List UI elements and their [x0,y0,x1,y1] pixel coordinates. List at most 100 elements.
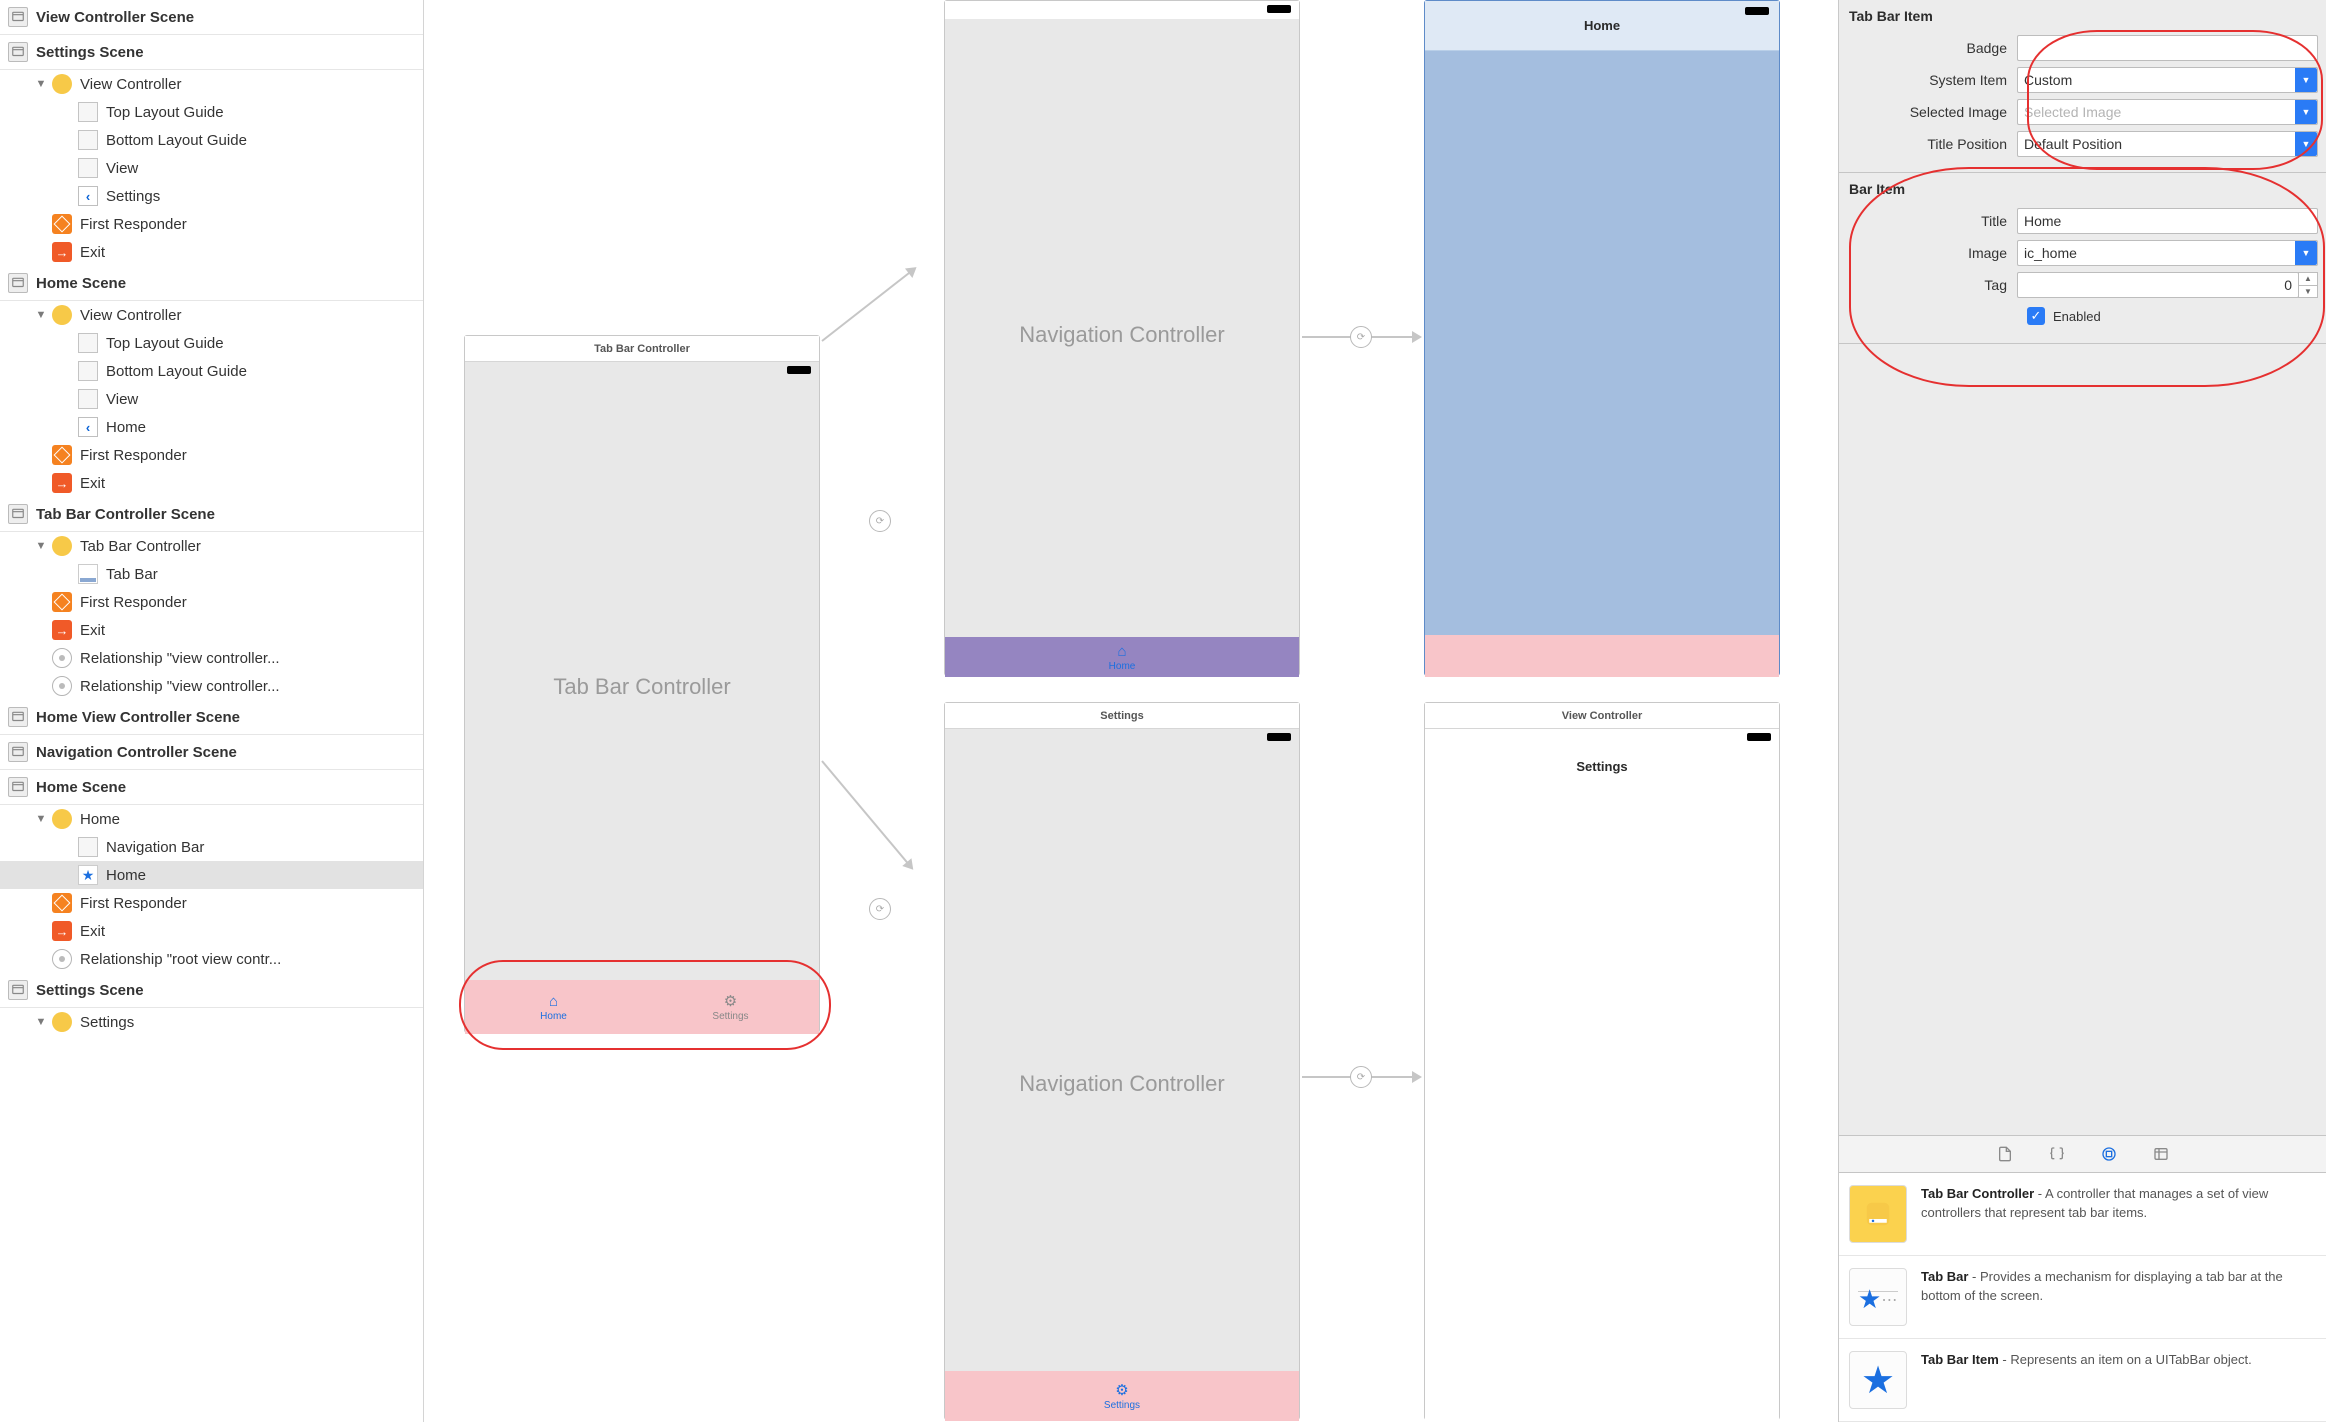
tag-stepper[interactable]: ▲▼ [2298,272,2318,298]
gear-icon [724,992,737,1010]
circle-yellow-icon [52,536,72,556]
navigation-bar: Settings [1425,747,1779,785]
library-tab-media-icon[interactable] [2149,1142,2173,1166]
library-item[interactable]: Tab Bar Controller - A controller that m… [1839,1173,2326,1256]
segue-icon[interactable]: ⟳ [869,898,891,920]
stepper-up-icon[interactable]: ▲ [2299,273,2317,286]
field-title: Title [1839,205,2326,237]
outline-row[interactable]: Bottom Layout Guide [0,126,423,154]
scene-icon [8,7,28,27]
outline-row[interactable]: Relationship "view controller... [0,672,423,700]
outline-row[interactable]: First Responder [0,441,423,469]
outline-row[interactable]: ▼View Controller [0,301,423,329]
title-position-select[interactable]: Default Position ▼ [2017,131,2318,157]
library-item[interactable]: ★⋯ Tab Bar - Provides a mechanism for di… [1839,1256,2326,1339]
tab-bar-preview: Home [945,637,1299,677]
status-bar [465,362,819,380]
outline-row[interactable]: ‹Settings [0,182,423,210]
tab-item-label: Settings [1104,1400,1140,1411]
field-system-item: System Item Custom ▼ [1839,64,2326,96]
enabled-checkbox[interactable] [2027,307,2045,325]
outline-row-label: First Responder [80,594,187,611]
image-select[interactable]: ic_home ▼ [2017,240,2318,266]
library-tab-file-icon[interactable] [1993,1142,2017,1166]
outline-row[interactable]: First Responder [0,588,423,616]
outline-row[interactable]: ▼ Home [0,805,423,833]
scene-header[interactable]: Tab Bar Controller Scene [0,497,423,532]
storyboard-canvas[interactable]: Tab Bar Controller Tab Bar Controller Ho… [424,0,1838,1422]
scene-tab-bar-controller[interactable]: Tab Bar Controller Tab Bar Controller Ho… [464,335,820,1033]
scene-navigation-controller-bottom[interactable]: Settings Navigation Controller Settings [944,702,1300,1420]
library-item[interactable]: ★ Tab Bar Item - Represents an item on a… [1839,1339,2326,1422]
outline-row[interactable]: Exit [0,616,423,644]
tab-item-home[interactable]: Home [465,980,642,1034]
segue-icon[interactable]: ⟳ [1350,326,1372,348]
segue-icon[interactable]: ⟳ [1350,1066,1372,1088]
outline-row[interactable]: Relationship "root view contr... [0,945,423,973]
disclosure-triangle-icon[interactable]: ▼ [34,309,48,321]
outline-row-label: Relationship "view controller... [80,650,280,667]
outline-row[interactable]: First Responder [0,889,423,917]
scene-icon [8,504,28,524]
outline-row[interactable]: Home [0,861,423,889]
chevron-down-icon: ▼ [2295,132,2317,156]
outline-row[interactable]: Top Layout Guide [0,329,423,357]
outline-row-label: Home [106,867,146,884]
scene-navigation-controller-top[interactable]: Navigation Controller Home [944,0,1300,676]
scene-icon [8,42,28,62]
disclosure-triangle-icon[interactable]: ▼ [34,1016,48,1028]
tab-item-settings[interactable]: Settings [642,980,819,1034]
tab-bar[interactable]: Home Settings [465,980,819,1034]
scene-header[interactable]: Settings Scene [0,973,423,1008]
outline-row[interactable]: ▼View Controller [0,70,423,98]
outline-row[interactable]: ▼Tab Bar Controller [0,532,423,560]
outline-row[interactable]: Navigation Bar [0,833,423,861]
tag-input[interactable] [2017,272,2299,298]
scene-home[interactable]: Home [1424,0,1780,676]
field-label: Title [1847,213,2017,229]
inspector-panel[interactable]: Tab Bar Item Badge System Item Custom ▼ … [1838,0,2326,1422]
scene-title: Tab Bar Controller [465,336,819,362]
object-library[interactable]: Tab Bar Controller - A controller that m… [1839,1173,2326,1422]
segue-icon[interactable]: ⟳ [869,510,891,532]
outline-row[interactable]: Top Layout Guide [0,98,423,126]
scene-header[interactable]: Home View Controller Scene [0,700,423,735]
library-tab-objects-icon[interactable] [2097,1142,2121,1166]
outline-row[interactable]: Exit [0,469,423,497]
outline-row[interactable]: View [0,385,423,413]
disclosure-triangle-icon[interactable]: ▼ [34,540,48,552]
scene-header[interactable]: Home Scene [0,266,423,301]
status-bar [1425,729,1779,747]
scene-header[interactable]: Settings Scene [0,35,423,70]
outline-row[interactable]: First Responder [0,210,423,238]
badge-input[interactable] [2017,35,2318,61]
home-icon [1117,643,1126,660]
title-input[interactable] [2017,208,2318,234]
scene-view-controller[interactable]: View Controller Settings [1424,702,1780,1420]
field-label: Tag [1847,277,2017,293]
outline-row[interactable]: View [0,154,423,182]
outline-row[interactable]: Tab Bar [0,560,423,588]
outline-row[interactable]: Exit [0,238,423,266]
outline-row-label: Home [80,811,120,828]
tab-item-settings: Settings [945,1371,1299,1421]
outline-row[interactable]: Bottom Layout Guide [0,357,423,385]
scene-header[interactable]: View Controller Scene [0,0,423,35]
outline-row[interactable]: ▼Settings [0,1008,423,1036]
outline-row[interactable]: Relationship "view controller... [0,644,423,672]
status-bar [945,729,1299,747]
cube-orange-icon [52,214,72,234]
outline-row[interactable]: Exit [0,917,423,945]
system-item-select[interactable]: Custom ▼ [2017,67,2318,93]
disclosure-triangle-icon[interactable]: ▼ [34,813,48,825]
selected-image-select[interactable]: Selected Image ▼ [2017,99,2318,125]
disclosure-triangle-icon[interactable]: ▼ [34,78,48,90]
tab-bar-preview: Settings [945,1371,1299,1421]
outline-row[interactable]: ‹Home [0,413,423,441]
document-outline[interactable]: View Controller SceneSettings Scene▼View… [0,0,424,1422]
stepper-down-icon[interactable]: ▼ [2299,286,2317,298]
library-tab-code-icon[interactable] [2045,1142,2069,1166]
circle-yellow-icon [52,1012,72,1032]
scene-header[interactable]: Home Scene [0,770,423,805]
scene-header[interactable]: Navigation Controller Scene [0,735,423,770]
